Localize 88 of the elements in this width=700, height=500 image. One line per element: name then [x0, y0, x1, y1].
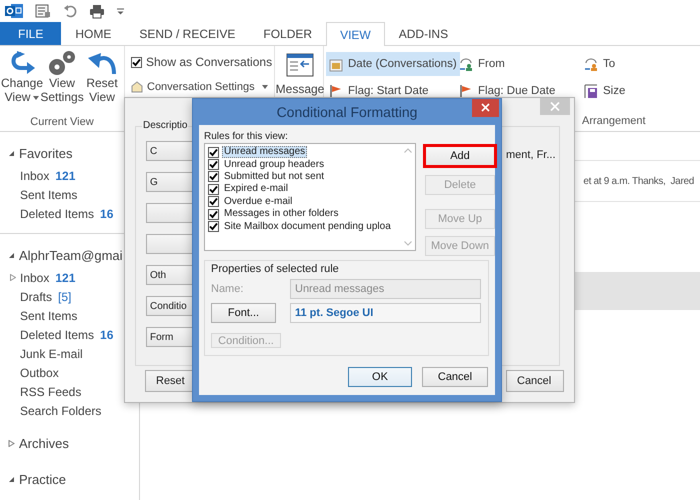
checkbox[interactable]: [208, 171, 219, 182]
dialog-button[interactable]: Add: [425, 146, 495, 166]
folder-item[interactable]: Inbox: [20, 168, 50, 182]
collapsed-triangle-icon[interactable]: [10, 274, 16, 281]
folder-item[interactable]: Drafts: [20, 290, 52, 304]
folder-item[interactable]: Sent Items: [20, 188, 78, 202]
rules-list[interactable]: Unread messages Unread group headers Submitted but not sent Expired e-mail Overdue e-mail Messages in other folders Site Mailbox document pending uploa: [204, 143, 416, 251]
cancel-button[interactable]: Cancel: [506, 370, 564, 392]
printer-icon[interactable]: [89, 4, 105, 18]
close-icon[interactable]: [472, 99, 499, 117]
ribbon-button[interactable]: View Settings: [43, 50, 81, 116]
expanded-triangle-icon[interactable]: [8, 150, 15, 156]
ribbon-button[interactable]: Reset View: [83, 50, 121, 116]
checkbox[interactable]: [208, 196, 219, 208]
folder-item[interactable]: Deleted Items: [20, 206, 94, 220]
checkbox[interactable]: [208, 221, 219, 232]
checkbox[interactable]: [208, 146, 219, 158]
folder-item[interactable]: Inbox: [20, 270, 50, 284]
unread-count: 121: [55, 168, 76, 182]
rule-item[interactable]: Messages in other folders: [222, 208, 341, 220]
send-receive-icon[interactable]: [35, 3, 51, 19]
cancel-button[interactable]: Cancel: [422, 367, 488, 387]
customize-caret-icon[interactable]: [117, 8, 124, 14]
expanded-triangle-icon[interactable]: [8, 476, 15, 482]
rule-item[interactable]: Expired e-mail: [222, 183, 290, 196]
gears-icon: [47, 50, 77, 76]
rule-item[interactable]: Overdue e-mail: [222, 196, 294, 208]
conversation-settings-button[interactable]: Conversation Settings: [131, 81, 268, 93]
arrangement-option[interactable]: Size: [581, 79, 628, 103]
folder-group-header[interactable]: AlphrTeam@gmai: [8, 244, 123, 266]
caret-icon[interactable]: [33, 96, 40, 100]
field-label: Name:: [211, 283, 244, 295]
folder-group-header[interactable]: Favorites: [8, 142, 72, 164]
outlook-logo-icon[interactable]: [5, 3, 23, 19]
expanded-triangle-icon[interactable]: [8, 252, 15, 258]
view-summary: ment, Fr...: [506, 149, 556, 161]
unread-count: 121: [55, 270, 76, 284]
arrangement-option[interactable]: Date (Conversations): [326, 52, 460, 76]
person-icon: [459, 56, 473, 72]
ribbon-button[interactable]: Change View: [3, 50, 41, 116]
ribbon-tab[interactable]: VIEW: [326, 22, 385, 46]
rule-item[interactable]: Unread messages: [222, 146, 308, 158]
folder-item[interactable]: RSS Feeds: [20, 384, 82, 398]
size-icon: [584, 84, 598, 98]
unread-count: 16: [100, 328, 114, 342]
unread-count: [5]: [58, 290, 72, 304]
checkbox[interactable]: [131, 56, 142, 68]
flag-icon: [329, 84, 343, 98]
undo-icon[interactable]: [63, 4, 77, 18]
calendar-icon: [329, 56, 343, 72]
ribbon-tab[interactable]: FOLDER: [249, 22, 326, 45]
ribbon-tab[interactable]: FILE: [0, 22, 62, 45]
folder-group-header[interactable]: Practice: [8, 468, 66, 490]
undo-arrow-icon: [87, 50, 117, 76]
font-button[interactable]: Font...: [211, 303, 276, 323]
folder-item[interactable]: Junk E-mail: [20, 346, 83, 360]
font-field: 11 pt. Segoe UI: [290, 303, 481, 323]
ok-button[interactable]: OK: [348, 367, 412, 387]
rule-item[interactable]: Unread group headers: [222, 158, 326, 171]
collapsed-triangle-icon[interactable]: [8, 440, 15, 446]
reading-pane-icon: [285, 52, 315, 78]
group-label: Arrangement: [582, 115, 646, 127]
folder-group-header[interactable]: Archives: [8, 432, 69, 454]
person-icon: [584, 56, 598, 72]
checkbox[interactable]: [208, 208, 219, 220]
group-label: Descriptio: [142, 120, 188, 131]
rule-item[interactable]: Submitted but not sent: [222, 170, 326, 183]
folder-item[interactable]: Deleted Items: [20, 328, 94, 342]
dialog-title: Conditional Formatting: [276, 104, 418, 120]
folder-item[interactable]: Outbox: [20, 366, 59, 380]
arrangement-option[interactable]: Flag: Start Date: [326, 79, 432, 103]
folder-item[interactable]: Search Folders: [20, 404, 102, 418]
checkbox[interactable]: [208, 159, 219, 170]
ribbon-tab[interactable]: ADD-INS: [384, 22, 462, 45]
message-preview: et at 9 a.m. Thanks, Jared: [583, 176, 694, 186]
unread-count: 16: [100, 206, 114, 220]
group-label: Current View: [29, 116, 95, 130]
flag-icon: [459, 84, 473, 98]
ribbon-tab[interactable]: HOME: [61, 22, 126, 45]
rule-item[interactable]: Site Mailbox document pending uploa: [222, 220, 393, 233]
list-label: Rules for this view:: [204, 131, 289, 142]
caret-icon[interactable]: [262, 85, 268, 89]
folder-item[interactable]: Sent Items: [20, 308, 78, 322]
arrangement-option[interactable]: Flag: Due Date: [456, 79, 558, 103]
arrangement-option[interactable]: To: [581, 52, 618, 76]
checkbox[interactable]: [208, 184, 219, 195]
checkbox-label: Show as Conversations: [146, 55, 272, 69]
ribbon-tab[interactable]: SEND / RECEIVE: [125, 22, 250, 45]
